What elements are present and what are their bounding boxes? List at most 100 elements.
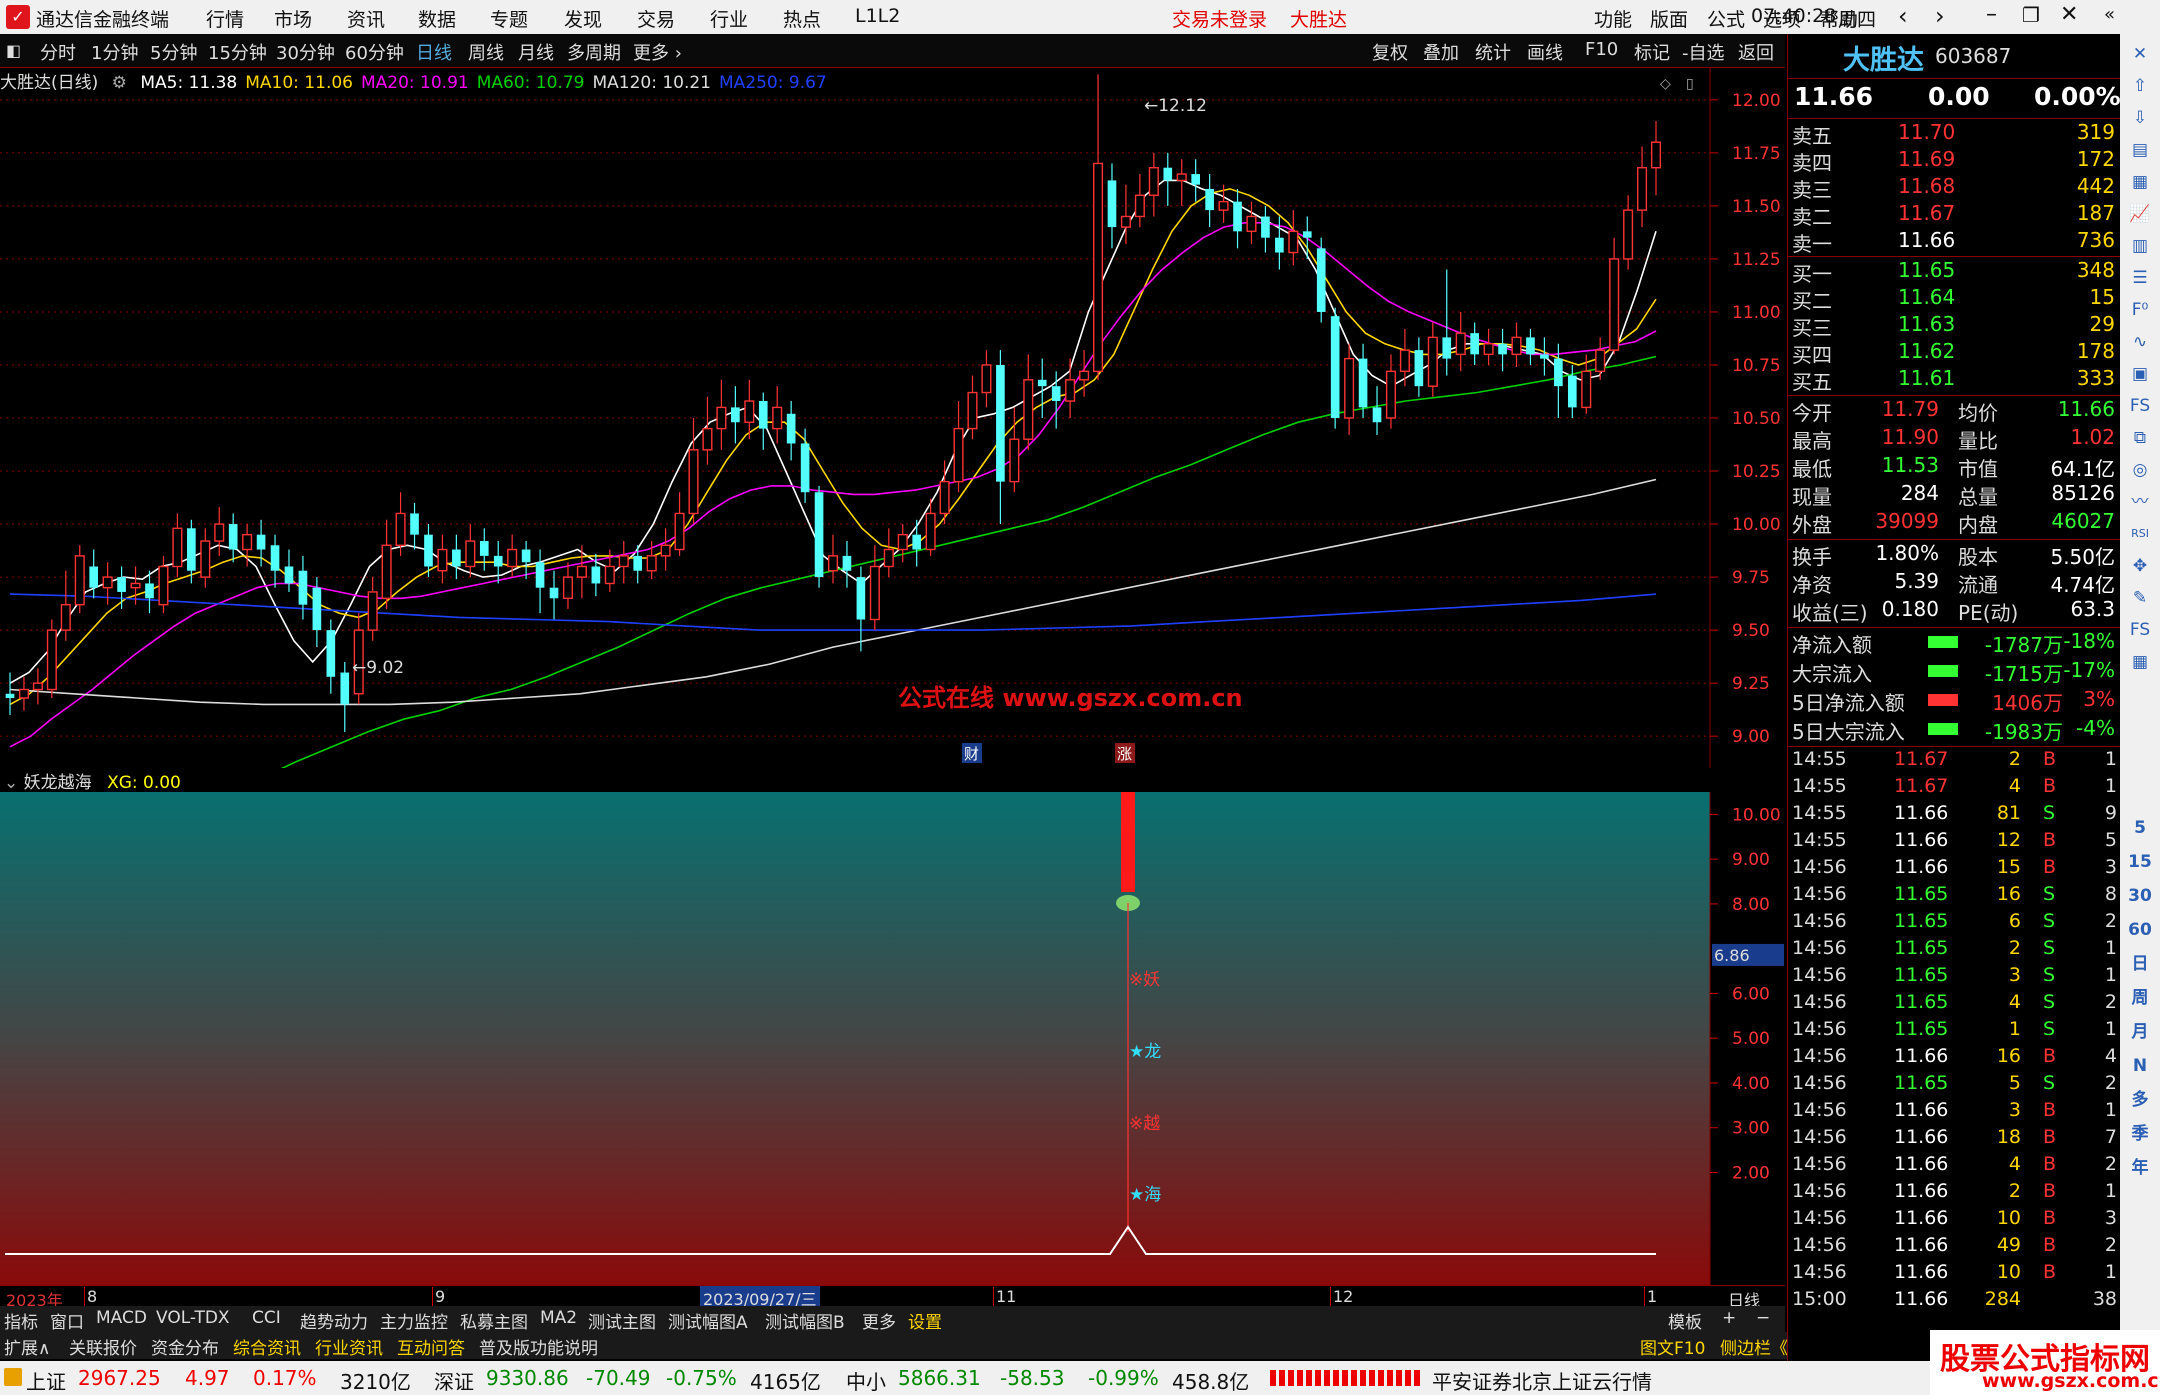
period-tab[interactable]: 更多 ›: [633, 39, 682, 65]
restore-icon[interactable]: ❐: [2022, 3, 2040, 27]
bottom-tab[interactable]: 普及版功能说明: [479, 1334, 598, 1359]
indicator-tab[interactable]: VOL-TDX: [156, 1308, 230, 1328]
bottom-tab[interactable]: 综合资讯: [233, 1334, 301, 1359]
menu-item[interactable]: 发现: [564, 5, 602, 32]
stock-name[interactable]: 大胜达: [1843, 38, 1924, 77]
close-icon[interactable]: ✕: [2060, 2, 2078, 27]
copy-icon[interactable]: ⧉: [2126, 424, 2154, 452]
menu-item[interactable]: 市场: [274, 5, 312, 32]
indicator-tab[interactable]: 更多: [862, 1308, 896, 1333]
period-shortcut[interactable]: 周: [2126, 984, 2154, 1012]
side-tab[interactable]: 侧边栏《: [1720, 1334, 1788, 1359]
template-button[interactable]: 模板: [1668, 1308, 1702, 1333]
period-tab[interactable]: 月线: [518, 39, 554, 65]
toolbar-button[interactable]: -自选: [1682, 39, 1725, 65]
panel-toggle-icon[interactable]: ◧: [6, 41, 21, 60]
menu-item[interactable]: 交易: [637, 5, 675, 32]
list-icon[interactable]: ☰: [2126, 264, 2154, 292]
up-arrow-icon[interactable]: ⇧: [2126, 72, 2154, 100]
toolbar-button[interactable]: 标记: [1634, 39, 1670, 65]
ask-row[interactable]: 卖二 11.67 187: [1788, 201, 2121, 229]
menu-item[interactable]: 数据: [418, 5, 456, 32]
index-name[interactable]: 深证: [434, 1366, 474, 1395]
bottom-tab[interactable]: 行业资讯: [315, 1334, 383, 1359]
doc-icon[interactable]: ▣: [2126, 360, 2154, 388]
indicator-tab[interactable]: 趋势动力: [300, 1308, 368, 1333]
wave-icon[interactable]: 〰: [2126, 488, 2154, 516]
indicator-name[interactable]: 妖龙越海: [24, 773, 92, 793]
ask-row[interactable]: 卖一 11.66 736: [1788, 228, 2121, 256]
period-tab[interactable]: 5分钟: [150, 39, 197, 65]
period-tab[interactable]: 1分钟: [91, 39, 138, 65]
target-icon[interactable]: ◎: [2126, 456, 2154, 484]
settings-icon[interactable]: ⚙: [112, 73, 127, 93]
right-menu-item[interactable]: 公式: [1707, 5, 1745, 32]
indicator-tab[interactable]: MACD: [96, 1308, 147, 1328]
grid-icon[interactable]: ▦: [2126, 168, 2154, 196]
menu-item[interactable]: 行情: [206, 5, 244, 32]
indicator-chart[interactable]: 10.00 9.00 8.00 6.00 5.00 4.00 3.00 2.00 6.86 ※妖…: [0, 792, 1785, 1285]
rsi-icon[interactable]: RSI: [2126, 520, 2154, 548]
period-shortcut[interactable]: 5: [2126, 814, 2154, 842]
trend-icon[interactable]: ∿: [2126, 328, 2154, 356]
indicator-tab[interactable]: 窗口: [50, 1308, 84, 1333]
back-arrow-icon[interactable]: ‹: [1898, 2, 1908, 30]
indicator-tab[interactable]: 设置: [908, 1308, 942, 1333]
period-tab[interactable]: 多周期: [567, 39, 621, 65]
bid-row[interactable]: 买四 11.62 178: [1788, 339, 2121, 367]
bid-row[interactable]: 买五 11.61 333: [1788, 366, 2121, 394]
indicator-tab[interactable]: 私募主图: [460, 1308, 528, 1333]
period-shortcut[interactable]: N: [2126, 1052, 2154, 1080]
template-button[interactable]: +: [1722, 1308, 1736, 1328]
bottom-tab[interactable]: 互动问答: [397, 1334, 465, 1359]
toolbar-button[interactable]: 复权: [1372, 39, 1408, 65]
collapse-icon[interactable]: «: [2104, 4, 2115, 25]
indicator-tab[interactable]: CCI: [252, 1308, 281, 1328]
toolbar-button[interactable]: 返回: [1738, 39, 1774, 65]
period-shortcut[interactable]: 30: [2126, 882, 2154, 910]
side-tab[interactable]: 图文F10: [1640, 1334, 1705, 1359]
toolbar-button[interactable]: F10: [1585, 39, 1618, 60]
indicator-tab[interactable]: 测试幅图B: [765, 1308, 845, 1333]
kline-chart[interactable]: 12.00 11.75 11.50 11.25 11.00 10.75 10.50 10.25…: [0, 68, 1785, 768]
period-tab[interactable]: 周线: [468, 39, 504, 65]
period-shortcut[interactable]: 月: [2126, 1018, 2154, 1046]
period-shortcut[interactable]: 多: [2126, 1086, 2154, 1114]
period-tab[interactable]: 日线: [416, 39, 452, 65]
event-mark-limit-up[interactable]: 涨: [1117, 745, 1132, 763]
candle-icon[interactable]: ▥: [2126, 232, 2154, 260]
fs-icon[interactable]: FS: [2126, 392, 2154, 420]
expand-icon[interactable]: ▯: [1686, 76, 1694, 92]
minimize-icon[interactable]: –: [1986, 2, 1997, 27]
down-arrow-icon[interactable]: ⇩: [2126, 104, 2154, 132]
menu-item[interactable]: 行业: [710, 5, 748, 32]
period-tab[interactable]: 30分钟: [276, 39, 335, 65]
move-icon[interactable]: ✥: [2126, 552, 2154, 580]
right-menu-item[interactable]: 功能: [1594, 5, 1632, 32]
toolbar-button[interactable]: 统计: [1475, 39, 1511, 65]
chart-icon[interactable]: 📈: [2126, 200, 2154, 228]
indicator-tab[interactable]: 指标: [4, 1308, 38, 1333]
ask-row[interactable]: 卖三 11.68 442: [1788, 174, 2121, 202]
document-icon[interactable]: ▤: [2126, 136, 2154, 164]
ask-row[interactable]: 卖五 11.70 319: [1788, 120, 2121, 148]
bottom-tab[interactable]: 扩展∧: [4, 1334, 50, 1359]
period-tab[interactable]: 15分钟: [208, 39, 267, 65]
indicator-toggle-icon[interactable]: ⌄: [4, 773, 18, 793]
table-icon[interactable]: ▦: [2126, 648, 2154, 676]
right-menu-item[interactable]: 版面: [1650, 5, 1688, 32]
login-status[interactable]: 交易未登录: [1172, 5, 1267, 32]
f10-icon[interactable]: F⁰: [2126, 296, 2154, 324]
menu-item[interactable]: 热点: [783, 5, 821, 32]
period-shortcut[interactable]: 季: [2126, 1120, 2154, 1148]
ask-row[interactable]: 卖四 11.69 172: [1788, 147, 2121, 175]
menu-item[interactable]: 专题: [490, 5, 528, 32]
period-shortcut[interactable]: 15: [2126, 848, 2154, 876]
period-shortcut[interactable]: 日: [2126, 950, 2154, 978]
bid-row[interactable]: 买二 11.64 15: [1788, 285, 2121, 313]
indicator-tab[interactable]: 测试幅图A: [668, 1308, 748, 1333]
indicator-tab[interactable]: 主力监控: [380, 1308, 448, 1333]
forward-arrow-icon[interactable]: ›: [1935, 2, 1945, 30]
bottom-tab[interactable]: 资金分布: [151, 1334, 219, 1359]
event-mark-finance[interactable]: 财: [964, 745, 979, 763]
